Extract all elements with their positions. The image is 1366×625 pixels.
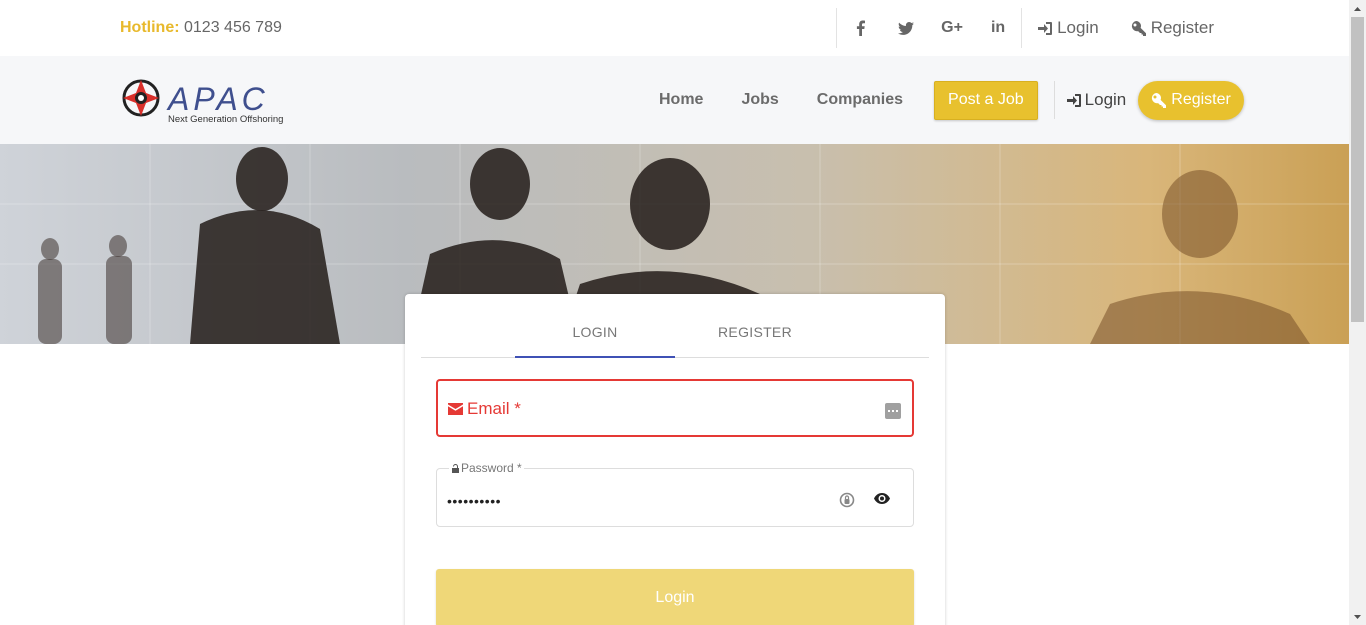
tab-register[interactable]: REGISTER bbox=[675, 324, 835, 340]
email-field[interactable]: Email * bbox=[436, 379, 914, 437]
facebook-icon[interactable] bbox=[837, 8, 883, 48]
apac-logo[interactable]: APAC Next Generation Offshoring bbox=[120, 76, 310, 126]
email-label: Email * bbox=[448, 399, 521, 419]
top-bar: Hotline: 0123 456 789 G+ in Login Regist… bbox=[0, 0, 1349, 56]
nav-companies[interactable]: Companies bbox=[798, 91, 922, 109]
scroll-thumb[interactable] bbox=[1351, 17, 1364, 322]
password-label: Password * bbox=[449, 461, 524, 475]
svg-text:APAC: APAC bbox=[166, 81, 269, 117]
password-field[interactable]: Password * •••••••••• bbox=[436, 461, 914, 527]
key-icon bbox=[1131, 20, 1146, 36]
top-register-label: Register bbox=[1150, 18, 1214, 37]
nav-jobs[interactable]: Jobs bbox=[722, 91, 797, 109]
unlock-icon bbox=[452, 463, 459, 473]
twitter-icon[interactable] bbox=[883, 8, 929, 48]
password-lock-icon[interactable] bbox=[839, 491, 855, 509]
nav-home[interactable]: Home bbox=[640, 91, 722, 109]
scroll-up-arrow[interactable] bbox=[1349, 0, 1366, 17]
nav-items: Home Jobs Companies Post a Job Login Reg… bbox=[640, 80, 1244, 120]
register-button-label: Register bbox=[1171, 91, 1231, 108]
nav-login-label: Login bbox=[1084, 90, 1127, 109]
scroll-down-arrow[interactable] bbox=[1349, 608, 1366, 625]
register-button[interactable]: Register bbox=[1138, 80, 1244, 120]
svg-text:Next Generation Offshoring: Next Generation Offshoring bbox=[168, 114, 283, 125]
top-login-label: Login bbox=[1057, 18, 1099, 37]
hotline-label: Hotline: bbox=[120, 19, 180, 36]
sign-in-icon bbox=[1066, 93, 1081, 107]
tab-login[interactable]: LOGIN bbox=[515, 324, 675, 340]
auth-card: LOGIN REGISTER Email * Password * ••••••… bbox=[405, 294, 945, 625]
google-plus-icon[interactable]: G+ bbox=[929, 8, 975, 48]
top-login-link[interactable]: Login bbox=[1022, 18, 1115, 38]
sign-in-icon bbox=[1038, 21, 1053, 35]
top-right-links: G+ in Login Register bbox=[836, 8, 1349, 48]
top-register-link[interactable]: Register bbox=[1115, 18, 1349, 38]
password-value: •••••••••• bbox=[447, 493, 502, 509]
password-label-text: Password * bbox=[461, 461, 522, 475]
key-icon bbox=[1152, 92, 1167, 108]
show-password-icon[interactable] bbox=[874, 493, 890, 504]
nav-login-link[interactable]: Login bbox=[1055, 90, 1139, 110]
envelope-icon bbox=[448, 403, 463, 415]
auth-tabs: LOGIN REGISTER bbox=[421, 294, 929, 358]
hotline: Hotline: 0123 456 789 bbox=[120, 19, 282, 37]
active-tab-indicator bbox=[515, 356, 675, 358]
page-scrollbar[interactable] bbox=[1349, 0, 1366, 625]
password-manager-icon[interactable] bbox=[885, 403, 901, 419]
post-job-button[interactable]: Post a Job bbox=[934, 80, 1038, 120]
hotline-number: 0123 456 789 bbox=[184, 19, 282, 36]
linkedin-icon[interactable]: in bbox=[975, 8, 1021, 48]
main-navbar: APAC Next Generation Offshoring Home Job… bbox=[0, 56, 1349, 144]
email-label-text: Email * bbox=[467, 399, 521, 418]
login-submit-button[interactable]: Login bbox=[436, 569, 914, 625]
